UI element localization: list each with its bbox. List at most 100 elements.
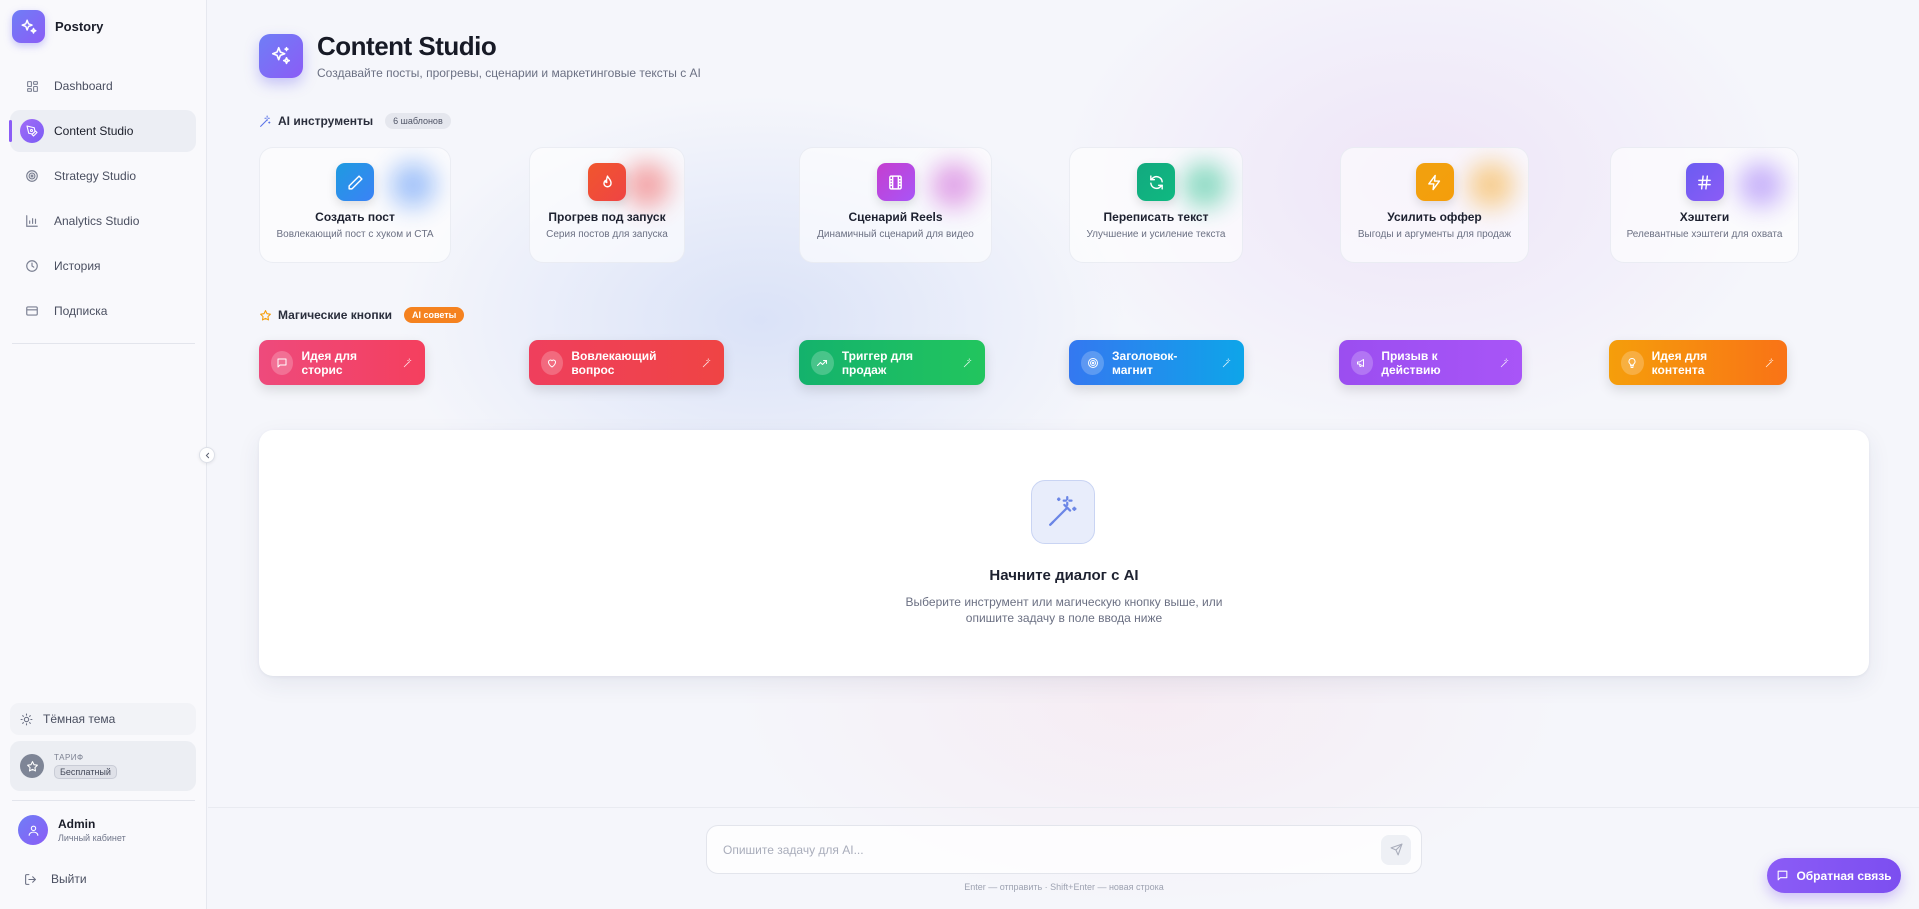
card-glow <box>931 162 977 208</box>
chat-description: Выберите инструмент или магическую кнопк… <box>259 594 1869 626</box>
user-profile[interactable]: Admin Личный кабинет <box>18 815 126 845</box>
lightbulb-icon <box>1621 350 1644 375</box>
sidebar-item-label: Analytics Studio <box>54 214 140 228</box>
magic-button-magnet-headline[interactable]: Заголовок-магнит <box>1069 340 1244 385</box>
lightning-icon <box>1415 163 1454 201</box>
brand[interactable]: Postory <box>12 10 103 43</box>
theme-toggle-label: Тёмная тема <box>43 712 116 726</box>
ai-tips-badge: AI советы <box>403 307 465 323</box>
logout-button[interactable]: Выйти <box>24 872 87 886</box>
plan-card[interactable]: ТАРИФ Бесплатный <box>10 741 196 791</box>
pencil-icon <box>336 163 374 201</box>
magic-button-story-idea[interactable]: Идея для сторис <box>259 340 425 385</box>
magic-button-label: Идея для контента <box>1651 348 1708 377</box>
tool-card-create-post[interactable]: Создать пост Вовлекающий пост с хуком и … <box>259 147 451 263</box>
sidebar-item-dashboard[interactable]: Dashboard <box>10 65 196 107</box>
prompt-input[interactable] <box>723 842 1381 857</box>
send-button[interactable] <box>1381 834 1411 865</box>
sidebar-item-history[interactable]: История <box>10 245 196 287</box>
tool-desc: Вовлекающий пост с хуком и CTA <box>276 229 434 240</box>
feedback-button[interactable]: Обратная связь <box>1767 858 1901 893</box>
sparkles-icon <box>259 34 303 78</box>
pen-nib-icon <box>20 119 44 143</box>
refresh-icon <box>1137 163 1175 201</box>
sidebar-item-label: История <box>54 259 101 273</box>
sidebar-item-label: Подписка <box>54 304 108 318</box>
magic-button-sales-trigger[interactable]: Триггер для продаж <box>799 340 985 385</box>
tool-title: Сценарий Reels <box>848 210 943 224</box>
sidebar: Postory Dashboard Content Studio Strateg… <box>0 0 207 909</box>
sidebar-nav: Dashboard Content Studio Strategy Studio… <box>9 65 196 335</box>
film-icon <box>876 163 915 201</box>
app-name: Postory <box>55 19 104 34</box>
sidebar-item-label: Dashboard <box>54 79 113 93</box>
star-icon <box>20 754 44 778</box>
sun-icon <box>20 713 33 726</box>
composer-hint: Enter — отправить · Shift+Enter — новая … <box>964 882 1164 892</box>
card-glow <box>390 162 436 208</box>
collapse-sidebar-button[interactable] <box>199 447 215 463</box>
divider <box>208 807 1919 808</box>
star-icon <box>259 309 272 322</box>
magic-section-title: Магические кнопки <box>278 308 392 322</box>
sparkles-icon <box>12 10 45 43</box>
chat-empty-state: Начните диалог с AI Выберите инструмент … <box>259 430 1869 676</box>
magic-button-label: Вовлекающий вопрос <box>571 348 657 377</box>
trending-up-icon <box>811 350 834 375</box>
wand-icon <box>702 357 712 368</box>
wand-icon <box>1222 357 1232 368</box>
tool-desc: Улучшение и усиление текста <box>1086 229 1226 240</box>
plan-badge: Бесплатный <box>54 764 117 779</box>
card-glow <box>624 162 670 208</box>
templates-count-badge: 6 шаблонов <box>385 113 451 129</box>
tools-section-title: AI инструменты <box>278 114 374 128</box>
tool-card-boost-offer[interactable]: Усилить оффер Выгоды и аргументы для про… <box>1340 147 1529 263</box>
target-icon <box>1081 350 1105 375</box>
tool-card-launch-warmup[interactable]: Прогрев под запуск Серия постов для запу… <box>529 147 685 263</box>
user-name: Admin <box>58 817 96 831</box>
sidebar-item-label: Strategy Studio <box>54 169 137 183</box>
sidebar-item-strategy-studio[interactable]: Strategy Studio <box>10 155 196 197</box>
credit-card-icon <box>24 303 40 319</box>
sidebar-item-analytics-studio[interactable]: Analytics Studio <box>10 200 196 242</box>
tool-card-hashtags[interactable]: Хэштеги Релевантные хэштеги для охвата <box>1610 147 1799 263</box>
divider <box>12 343 195 344</box>
magic-button-engaging-question[interactable]: Вовлекающий вопрос <box>529 340 724 385</box>
divider <box>12 800 195 801</box>
tool-desc: Выгоды и аргументы для продаж <box>1357 229 1512 240</box>
plan-label: ТАРИФ <box>54 752 84 762</box>
tools-section-header: AI инструменты 6 шаблонов <box>259 113 451 129</box>
flame-icon <box>588 163 626 201</box>
message-square-icon <box>271 350 294 375</box>
sidebar-item-subscription[interactable]: Подписка <box>10 290 196 332</box>
tool-desc: Динамичный сценарий для видео <box>817 229 974 240</box>
magic-section-header: Магические кнопки AI советы <box>259 307 465 323</box>
wand-icon <box>1765 357 1775 368</box>
magic-button-label: Призыв к действию <box>1381 348 1441 377</box>
message-square-icon <box>1776 869 1789 882</box>
hash-icon <box>1685 163 1724 201</box>
tool-card-reels-script[interactable]: Сценарий Reels Динамичный сценарий для в… <box>799 147 992 263</box>
target-icon <box>24 168 40 184</box>
user-subtitle: Личный кабинет <box>58 833 126 843</box>
composer <box>706 825 1422 874</box>
tool-desc: Серия постов для запуска <box>546 229 668 240</box>
tool-title: Хэштеги <box>1679 210 1730 224</box>
wand-icon <box>1500 357 1510 368</box>
page-title: Content Studio <box>317 31 497 61</box>
dashboard-icon <box>24 78 40 94</box>
tool-title: Создать пост <box>315 210 395 224</box>
tool-card-rewrite-text[interactable]: Переписать текст Улучшение и усиление те… <box>1069 147 1243 263</box>
chat-desc-line: Выберите инструмент или магическую кнопк… <box>905 595 1223 609</box>
wand-icon <box>963 357 973 368</box>
tool-title: Усилить оффер <box>1387 210 1482 224</box>
feedback-label: Обратная связь <box>1796 868 1892 883</box>
tool-desc: Релевантные хэштеги для охвата <box>1626 229 1783 240</box>
theme-toggle-button[interactable]: Тёмная тема <box>10 703 196 735</box>
chat-title: Начните диалог с AI <box>989 567 1139 584</box>
magic-button-content-idea[interactable]: Идея для контента <box>1609 340 1787 385</box>
magic-button-call-to-action[interactable]: Призыв к действию <box>1339 340 1522 385</box>
sidebar-item-content-studio[interactable]: Content Studio <box>9 110 196 152</box>
megaphone-icon <box>1351 350 1374 375</box>
magic-wand-icon <box>1031 480 1095 544</box>
